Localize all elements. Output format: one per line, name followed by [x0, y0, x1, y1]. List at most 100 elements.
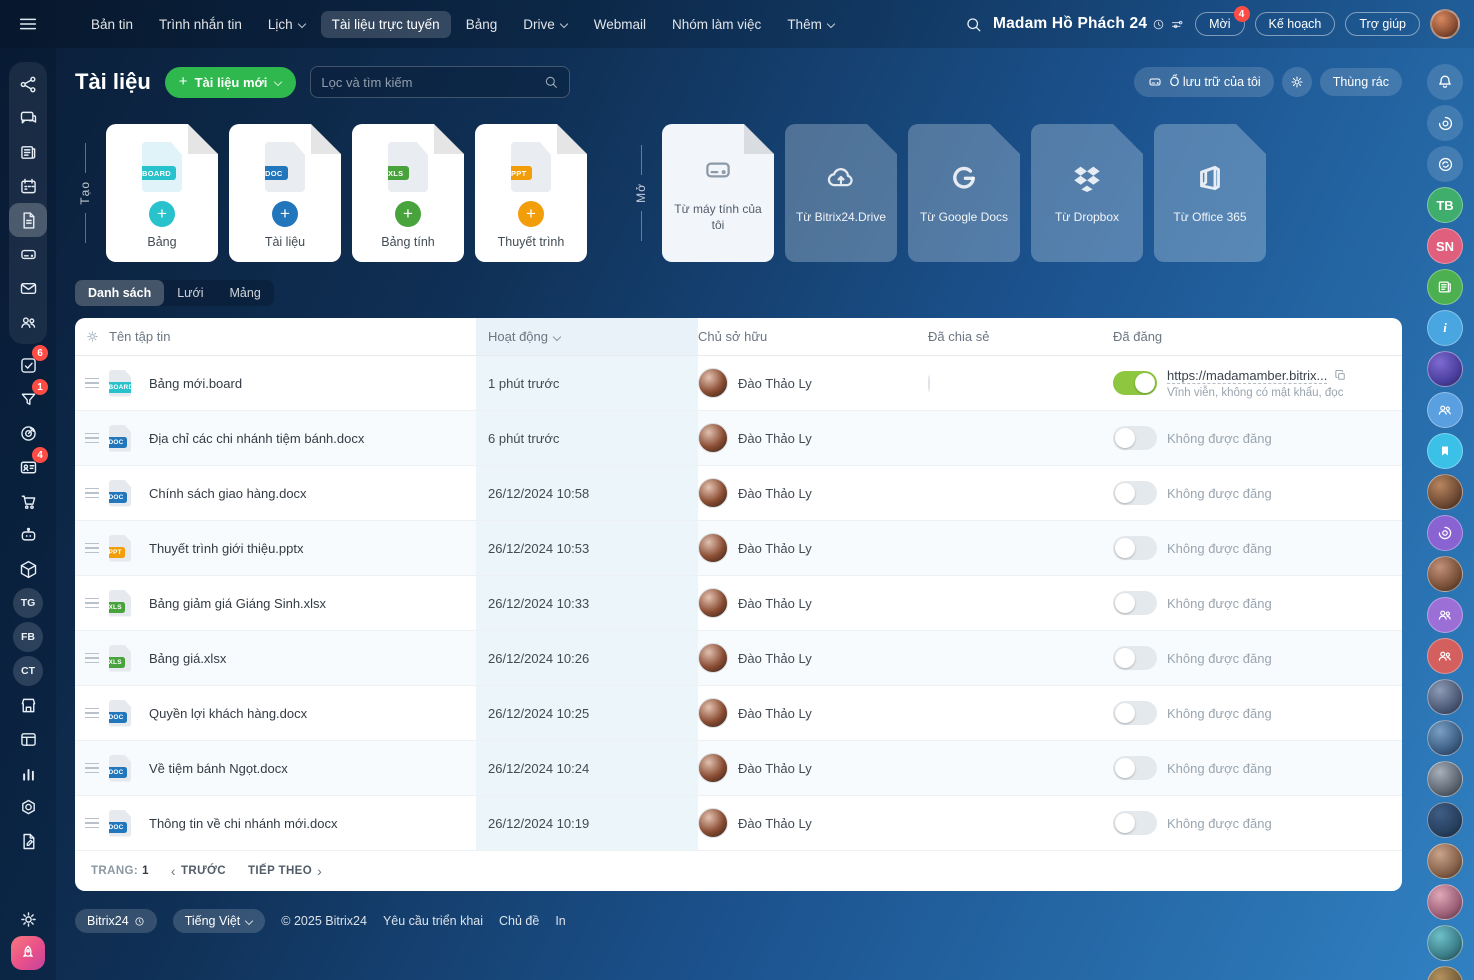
chat-avatar[interactable]	[1427, 474, 1463, 510]
chat-avatar[interactable]	[1427, 843, 1463, 879]
chat-badge-sn[interactable]: SN	[1427, 228, 1463, 264]
nav-item-boards[interactable]: Bảng	[455, 11, 509, 38]
file-name[interactable]: Bảng mới.board	[139, 376, 476, 391]
nav-item-calendar[interactable]: Lịch	[257, 11, 317, 38]
nav-item-messenger[interactable]: Trình nhắn tin	[148, 11, 253, 38]
prev-page-button[interactable]: ‹TRƯỚC	[171, 863, 226, 879]
sidebar-item-automation[interactable]	[9, 790, 47, 824]
chat-avatar[interactable]	[1427, 556, 1463, 592]
sidebar-item-apps[interactable]	[9, 552, 47, 586]
sidebar-item-workgroups[interactable]	[9, 305, 47, 339]
create-xls-card[interactable]: XLS + Bảng tính	[352, 124, 464, 262]
nav-item-workgroups[interactable]: Nhóm làm việc	[661, 11, 772, 38]
sidebar-item-news[interactable]	[9, 135, 47, 169]
sidebar-item-feed[interactable]	[9, 67, 47, 101]
create-doc-card[interactable]: DOC + Tài liệu	[229, 124, 341, 262]
theme-link[interactable]: Chủ đề	[499, 914, 539, 928]
publish-toggle[interactable]	[1113, 646, 1157, 670]
sidebar-item-telegram[interactable]: TG	[9, 586, 47, 620]
chat-avatar[interactable]	[1427, 966, 1463, 980]
publish-toggle[interactable]	[1113, 701, 1157, 725]
file-owner[interactable]: Đào Thảo Ly	[698, 423, 928, 453]
sidebar-item-sign[interactable]: 4	[9, 450, 47, 484]
file-owner[interactable]: Đào Thảo Ly	[698, 643, 928, 673]
file-name[interactable]: Chính sách giao hàng.docx	[139, 486, 476, 501]
sidebar-item-calendar[interactable]	[9, 169, 47, 203]
sidebar-item-messenger[interactable]	[9, 101, 47, 135]
sidebar-item-tasks[interactable]: 6	[9, 348, 47, 382]
search-icon[interactable]	[964, 15, 983, 34]
sidebar-item-mail[interactable]	[9, 271, 47, 305]
create-ppt-card[interactable]: PPT + Thuyết trình	[475, 124, 587, 262]
sidebar-item-facebook[interactable]: FB	[9, 620, 47, 654]
drag-handle[interactable]	[75, 378, 109, 389]
nav-item-webmail[interactable]: Webmail	[583, 11, 657, 38]
open-from-office365-card[interactable]: Từ Office 365	[1154, 124, 1266, 262]
nav-item-online-docs[interactable]: Tài liệu trực tuyến	[321, 11, 451, 38]
shared-avatar[interactable]	[928, 375, 930, 392]
sidebar-item-store[interactable]	[9, 688, 47, 722]
drag-handle[interactable]	[75, 488, 109, 499]
group-chat-button[interactable]	[1427, 597, 1463, 633]
search-icon[interactable]	[543, 74, 559, 90]
chat-avatar[interactable]	[1427, 720, 1463, 756]
publish-toggle[interactable]	[1113, 591, 1157, 615]
file-owner[interactable]: Đào Thảo Ly	[698, 588, 928, 618]
upgrade-rocket-button[interactable]	[11, 936, 45, 970]
drag-handle[interactable]	[75, 708, 109, 719]
file-owner[interactable]: Đào Thảo Ly	[698, 753, 928, 783]
table-settings-gear-icon[interactable]	[75, 329, 109, 344]
chat-avatar[interactable]	[1427, 679, 1463, 715]
tab-list[interactable]: Danh sách	[75, 280, 164, 306]
file-name[interactable]: Địa chỉ các chi nhánh tiệm bánh.docx	[139, 431, 476, 446]
new-document-button[interactable]: + Tài liệu mới	[165, 67, 297, 98]
sliders-icon[interactable]	[1170, 17, 1185, 32]
copy-icon[interactable]	[1333, 368, 1348, 383]
open-from-bitrix-drive-card[interactable]: Từ Bitrix24.Drive	[785, 124, 897, 262]
publish-toggle[interactable]	[1113, 536, 1157, 560]
file-owner[interactable]: Đào Thảo Ly	[698, 808, 928, 838]
chat-avatar[interactable]	[1427, 761, 1463, 797]
chat-badge-tb[interactable]: TB	[1427, 187, 1463, 223]
file-owner[interactable]: Đào Thảo Ly	[698, 478, 928, 508]
tab-grid[interactable]: Lưới	[164, 280, 216, 306]
notifications-bell-button[interactable]	[1427, 64, 1463, 100]
search-input[interactable]	[321, 75, 535, 90]
language-selector[interactable]: Tiếng Việt	[173, 909, 266, 933]
file-owner[interactable]: Đào Thảo Ly	[698, 368, 928, 398]
sidebar-item-boards[interactable]	[9, 722, 47, 756]
drag-handle[interactable]	[75, 598, 109, 609]
sidebar-item-crm[interactable]: 1	[9, 382, 47, 416]
portal-name[interactable]: Madam Hồ Phách 24	[993, 15, 1185, 33]
saved-messages-button[interactable]	[1427, 433, 1463, 469]
sidebar-item-esign[interactable]	[9, 824, 47, 858]
copilot-button[interactable]	[1427, 105, 1463, 141]
chat-avatar[interactable]	[1427, 802, 1463, 838]
file-name[interactable]: Về tiệm bánh Ngọt.docx	[139, 761, 476, 776]
drag-handle[interactable]	[75, 433, 109, 444]
sidebar-item-copilot[interactable]	[9, 518, 47, 552]
create-board-card[interactable]: BOARD + Bảng	[106, 124, 218, 262]
file-owner[interactable]: Đào Thảo Ly	[698, 533, 928, 563]
sidebar-item-drive[interactable]	[9, 237, 47, 271]
file-name[interactable]: Bảng giảm giá Giáng Sinh.xlsx	[139, 596, 476, 611]
open-from-google-docs-card[interactable]: Từ Google Docs	[908, 124, 1020, 262]
messenger-sync-button[interactable]	[1427, 146, 1463, 182]
upload-from-computer-card[interactable]: Từ máy tính của tôi	[662, 124, 774, 262]
drag-handle[interactable]	[75, 543, 109, 554]
bitrix24-brand-pill[interactable]: Bitrix24	[75, 909, 157, 933]
nav-item-more[interactable]: Thêm	[776, 11, 846, 38]
trash-button[interactable]: Thùng rác	[1320, 68, 1402, 96]
open-from-dropbox-card[interactable]: Từ Dropbox	[1031, 124, 1143, 262]
plan-button[interactable]: Kế hoạch	[1255, 12, 1336, 36]
chat-avatar[interactable]	[1427, 351, 1463, 387]
sidebar-item-documents[interactable]	[9, 203, 47, 237]
news-channel-button[interactable]	[1427, 269, 1463, 305]
user-avatar[interactable]	[1430, 9, 1460, 39]
print-link[interactable]: In	[555, 914, 565, 928]
file-name[interactable]: Thông tin về chi nhánh mới.docx	[139, 816, 476, 831]
drag-handle[interactable]	[75, 763, 109, 774]
drag-handle[interactable]	[75, 818, 109, 829]
file-name[interactable]: Quyền lợi khách hàng.docx	[139, 706, 476, 721]
deploy-link[interactable]: Yêu cầu triển khai	[383, 914, 483, 928]
